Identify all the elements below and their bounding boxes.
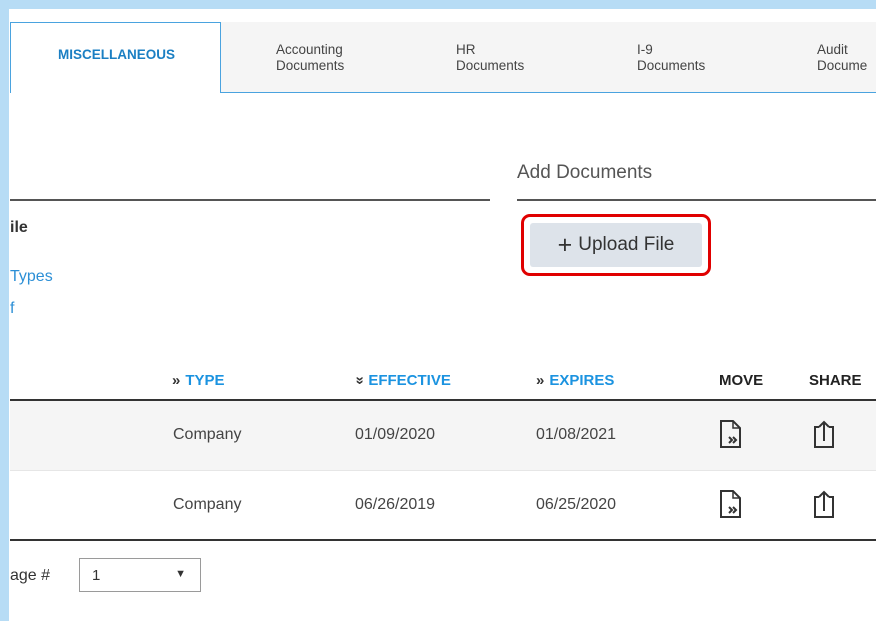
tab-label: I-9 — [637, 42, 653, 57]
page-number-label: age # — [10, 567, 51, 584]
upload-file-label: Upload File — [578, 234, 675, 255]
move-document-icon[interactable] — [719, 419, 743, 454]
move-document-icon[interactable] — [719, 489, 743, 524]
tab-label: Docume — [817, 58, 868, 73]
upload-file-button[interactable]: + Upload File — [530, 223, 702, 267]
table-bottom-border — [10, 539, 876, 541]
column-label: EXPIRES — [549, 372, 615, 389]
type-cell: Company — [173, 496, 242, 513]
upload-file-highlight: + Upload File — [521, 214, 711, 276]
column-header-type[interactable]: » TYPE — [172, 372, 225, 389]
column-label: EFFECTIVE — [368, 372, 451, 389]
tab-label: Documents — [456, 58, 525, 73]
column-header-move: MOVE — [719, 372, 764, 389]
effective-cell: 01/09/2020 — [355, 426, 436, 443]
expires-cell: 01/08/2021 — [536, 426, 617, 443]
tab-label: Accounting — [276, 42, 343, 57]
tab-i9-documents[interactable]: I-9 Documents — [637, 42, 705, 74]
effective-cell: 06/26/2019 — [355, 496, 436, 513]
share-icon[interactable] — [812, 419, 836, 454]
table-row: Company 01/09/2020 01/08/2021 — [10, 401, 876, 470]
section-divider — [10, 199, 490, 201]
page-number-value: 1 — [92, 567, 101, 584]
page-number-select[interactable]: 1 ▼ — [79, 558, 201, 592]
file-heading: ile — [10, 219, 28, 236]
column-label: TYPE — [185, 372, 225, 389]
tab-label: HR — [456, 42, 476, 57]
tab-audit-documents[interactable]: Audit Docume — [817, 42, 867, 74]
type-cell: Company — [173, 426, 242, 443]
table-row: Company 06/26/2019 06/25/2020 — [10, 471, 876, 540]
tab-accounting-documents[interactable]: Accounting Documents — [276, 42, 344, 74]
types-link[interactable]: Types — [10, 268, 53, 286]
column-header-share: SHARE — [809, 372, 862, 389]
share-icon[interactable] — [812, 489, 836, 524]
add-documents-title: Add Documents — [517, 162, 653, 183]
section-divider — [517, 199, 876, 201]
expires-cell: 06/25/2020 — [536, 496, 617, 513]
tab-hr-documents[interactable]: HR Documents — [456, 42, 524, 74]
tab-label: MISCELLANEOUS — [57, 47, 175, 62]
partial-link[interactable]: f — [10, 300, 14, 318]
sort-icon: » — [172, 372, 181, 389]
tab-label: Documents — [637, 58, 706, 73]
tab-label: Audit — [817, 42, 848, 57]
sort-icon: « — [350, 376, 368, 385]
column-header-effective[interactable]: «EFFECTIVE — [351, 372, 451, 389]
tab-bar-underline — [221, 92, 876, 93]
tab-label: Documents — [276, 58, 345, 73]
sort-icon: » — [536, 372, 545, 389]
caret-down-icon: ▼ — [175, 568, 186, 580]
plus-icon: + — [557, 230, 573, 259]
tab-miscellaneous[interactable]: MISCELLANEOUS — [10, 22, 221, 93]
column-header-expires[interactable]: » EXPIRES — [536, 372, 614, 389]
